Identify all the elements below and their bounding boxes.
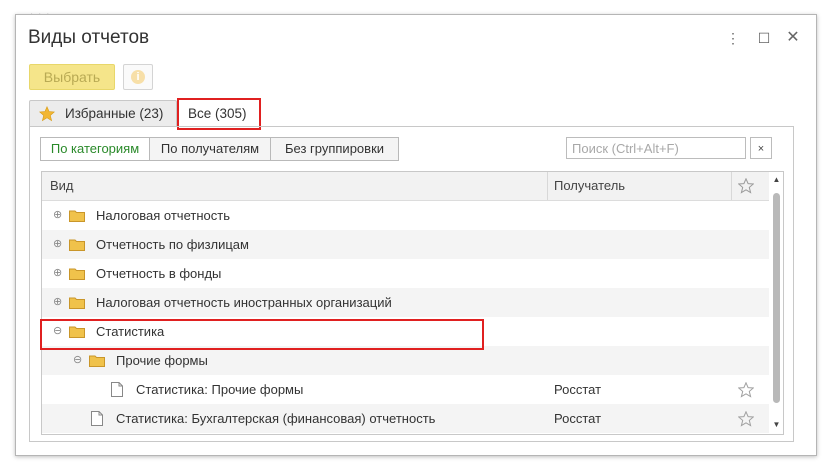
scroll-up-arrow-icon[interactable]: ▲: [770, 174, 783, 186]
group-by-category-button[interactable]: По категориям: [40, 137, 150, 161]
table-header: Вид Получатель: [42, 172, 769, 201]
row-recipient: Росстат: [554, 382, 602, 397]
no-grouping-button[interactable]: Без группировки: [270, 137, 399, 161]
dialog-window: Виды отчетов ⋮ ☐ ✕ Выбрать i Избранные (…: [15, 14, 817, 456]
expand-icon[interactable]: ⊕: [53, 230, 62, 259]
document-icon: [111, 382, 123, 397]
tab-favorites[interactable]: Избранные (23): [29, 100, 177, 127]
info-icon: i: [131, 70, 145, 84]
row-name: Отчетность в фонды: [96, 266, 222, 281]
row-name: Статистика: Бухгалтерская (финансовая) о…: [116, 411, 436, 426]
row-recipient: Росстат: [554, 411, 602, 426]
table-row[interactable]: ⊕ Отчетность по физлицам: [42, 230, 769, 259]
expand-icon[interactable]: ⊕: [53, 288, 62, 317]
table-row[interactable]: Статистика: Бухгалтерская (финансовая) о…: [42, 404, 769, 433]
table-row[interactable]: ⊕ Налоговая отчетность иностранных орган…: [42, 288, 769, 317]
annotation-highlight-frame: [40, 319, 484, 350]
folder-icon: [69, 297, 85, 309]
search-clear-button[interactable]: ×: [750, 137, 772, 159]
maximize-icon[interactable]: ☐: [755, 29, 773, 47]
column-header-recipient[interactable]: Получатель: [554, 172, 625, 200]
collapse-icon[interactable]: ⊖: [73, 346, 82, 375]
close-icon[interactable]: ✕: [784, 29, 802, 47]
column-divider: [731, 172, 732, 200]
window-title: Виды отчетов: [28, 27, 150, 48]
favorite-column-star-icon[interactable]: [738, 178, 754, 194]
folder-icon: [89, 355, 105, 367]
folder-icon: [69, 268, 85, 280]
document-icon: [91, 411, 103, 426]
row-name: Налоговая отчетность иностранных организ…: [96, 295, 392, 310]
group-by-recipient-button[interactable]: По получателям: [149, 137, 271, 161]
more-menu-icon[interactable]: ⋮: [724, 29, 742, 47]
row-name: Статистика: Прочие формы: [136, 382, 304, 397]
info-button[interactable]: i: [123, 64, 153, 90]
scrollbar-thumb[interactable]: [773, 193, 780, 403]
table-row[interactable]: ⊕ Отчетность в фонды: [42, 259, 769, 288]
table-row[interactable]: Статистика: Прочие формы Росстат: [42, 375, 769, 404]
expand-icon[interactable]: ⊕: [53, 259, 62, 288]
column-divider: [547, 172, 548, 200]
tab-panel: По категориям По получателям Без группир…: [29, 126, 794, 442]
tab-favorites-label: Избранные (23): [65, 106, 164, 121]
search-input[interactable]: Поиск (Ctrl+Alt+F): [566, 137, 746, 159]
row-name: Налоговая отчетность: [96, 208, 230, 223]
vertical-scrollbar[interactable]: ▲ ▼: [770, 172, 783, 434]
row-name: Отчетность по физлицам: [96, 237, 249, 252]
star-icon: [39, 106, 55, 122]
scroll-down-arrow-icon[interactable]: ▼: [770, 419, 783, 431]
select-button[interactable]: Выбрать: [29, 64, 115, 90]
folder-icon: [69, 210, 85, 222]
tab-all-label: Все (305): [188, 106, 247, 121]
reports-table: Вид Получатель ⊕ Налоговая отчетность ⊕ …: [41, 171, 784, 435]
table-row[interactable]: ⊕ Налоговая отчетность: [42, 201, 769, 230]
folder-icon: [69, 239, 85, 251]
favorite-star-icon[interactable]: [738, 382, 754, 398]
favorite-star-icon[interactable]: [738, 411, 754, 427]
column-header-type[interactable]: Вид: [50, 172, 74, 200]
expand-icon[interactable]: ⊕: [53, 201, 62, 230]
table-row[interactable]: ⊖ Прочие формы: [42, 346, 769, 375]
row-name: Прочие формы: [116, 353, 208, 368]
